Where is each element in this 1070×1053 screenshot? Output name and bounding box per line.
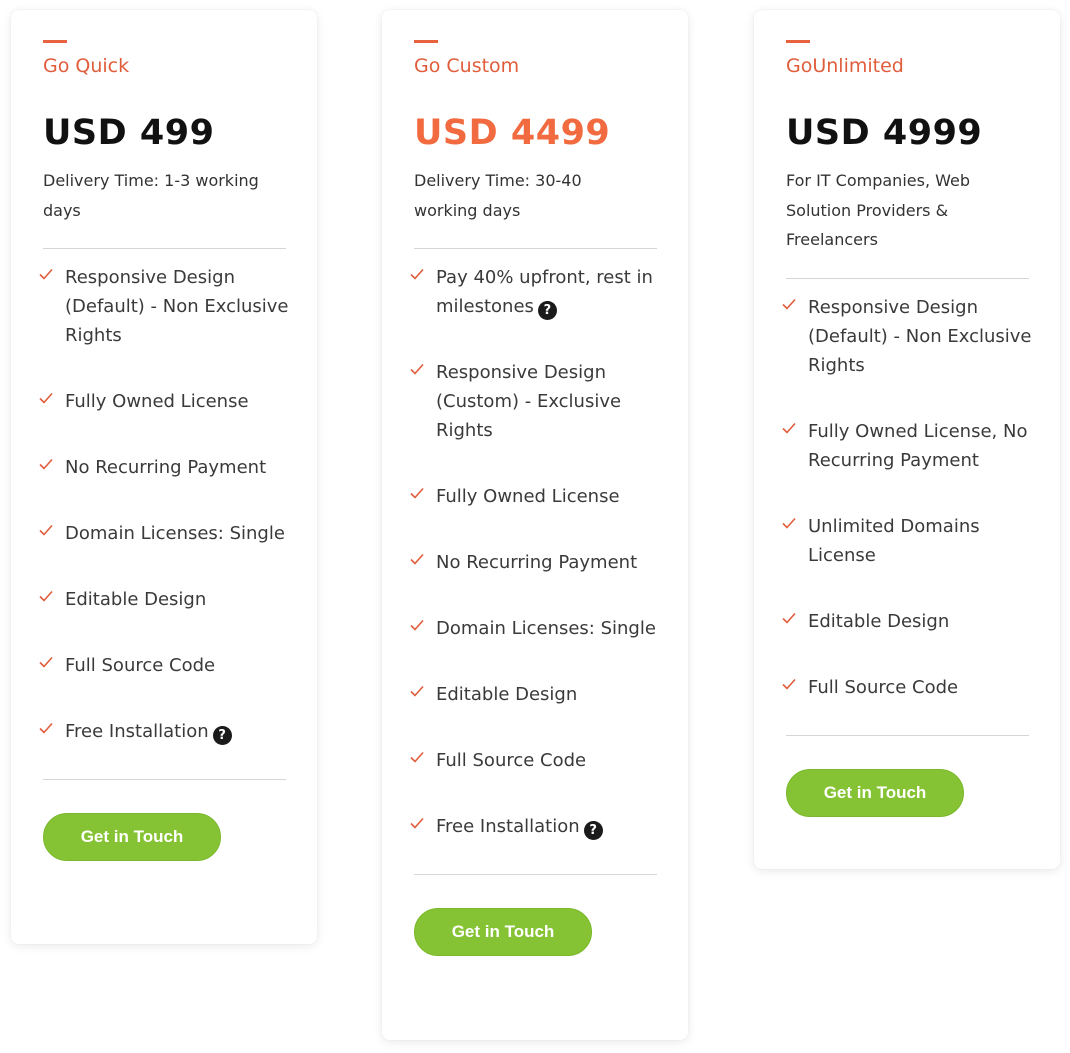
feature-text: Responsive Design (Custom) - Exclusive R…: [436, 362, 622, 441]
plan-name: Go Custom: [414, 55, 520, 77]
feature-list: Responsive Design (Default) - Non Exclus…: [39, 263, 288, 746]
pricing-section: Go Quick USD 499 Delivery Time: 1-3 work…: [0, 0, 1070, 1053]
pricing-card-go-quick: Go Quick USD 499 Delivery Time: 1-3 work…: [11, 10, 317, 944]
feature-list: Responsive Design (Default) - Non Exclus…: [782, 293, 1031, 702]
get-in-touch-button[interactable]: Get in Touch: [786, 768, 964, 817]
accent-bar: [414, 40, 438, 43]
check-icon: [39, 268, 53, 280]
feature-text: Domain Licenses: Single: [436, 618, 656, 639]
feature-text: Full Source Code: [436, 750, 587, 771]
feature-item: Editable Design: [39, 585, 293, 614]
get-in-touch-button[interactable]: Get in Touch: [414, 908, 592, 956]
check-icon: [782, 298, 796, 310]
accent-bar: [43, 40, 67, 43]
plan-description: Delivery Time: 1-3 working days: [43, 171, 259, 220]
check-icon: [39, 458, 53, 470]
feature-text: No Recurring Payment: [65, 457, 267, 478]
plan-price: USD 4499: [414, 113, 611, 153]
feature-text: Fully Owned License: [436, 486, 620, 507]
accent-bar: [786, 40, 810, 43]
check-icon: [39, 656, 53, 668]
feature-text: Free Installation: [65, 721, 209, 742]
divider: [414, 248, 657, 249]
plan-name: Go Quick: [43, 55, 130, 77]
plan-price: USD 4999: [786, 113, 983, 153]
check-icon: [410, 268, 424, 280]
feature-item: No Recurring Payment: [39, 453, 293, 482]
feature-item: Free Installation?: [410, 812, 664, 841]
feature-text: No Recurring Payment: [436, 552, 638, 573]
feature-item: Free Installation?: [39, 717, 293, 746]
feature-text: Free Installation: [436, 816, 580, 837]
check-icon: [782, 678, 796, 690]
help-icon[interactable]: ?: [537, 301, 557, 320]
plan-price: USD 499: [43, 113, 215, 153]
feature-text: Domain Licenses: Single: [65, 523, 285, 544]
pricing-card-gounlimited: GoUnlimited USD 4999 For IT Companies, W…: [754, 10, 1060, 869]
check-icon: [410, 751, 424, 763]
feature-text: Full Source Code: [65, 655, 216, 676]
plan-description: Delivery Time: 30-40 working days: [414, 171, 582, 220]
feature-text: Responsive Design (Default) - Non Exclus…: [65, 267, 289, 346]
feature-item: Full Source Code: [410, 746, 664, 775]
feature-item: Full Source Code: [782, 673, 1036, 702]
help-icon[interactable]: ?: [212, 726, 232, 745]
feature-text: Fully Owned License, No Recurring Paymen…: [808, 420, 1028, 471]
check-icon: [410, 685, 424, 697]
check-icon: [39, 590, 53, 602]
feature-item: Domain Licenses: Single: [39, 519, 293, 548]
divider: [414, 874, 657, 875]
feature-item: Fully Owned License: [39, 387, 293, 416]
check-icon: [410, 619, 424, 631]
check-icon: [39, 524, 53, 536]
feature-item: No Recurring Payment: [410, 548, 664, 577]
feature-item: Domain Licenses: Single: [410, 614, 664, 643]
feature-item: Pay 40% upfront, rest in milestones?: [410, 263, 664, 321]
feature-text: Full Source Code: [808, 676, 959, 698]
feature-item: Full Source Code: [39, 651, 293, 680]
feature-text: Editable Design: [808, 610, 950, 632]
check-icon: [410, 817, 424, 829]
check-icon: [410, 487, 424, 499]
get-in-touch-button[interactable]: Get in Touch: [43, 813, 221, 861]
check-icon: [782, 517, 796, 529]
feature-item: Editable Design: [410, 680, 664, 709]
feature-text: Unlimited Domains License: [808, 515, 980, 566]
divider: [786, 734, 1029, 736]
help-icon[interactable]: ?: [583, 821, 603, 840]
feature-item: Responsive Design (Custom) - Exclusive R…: [410, 358, 664, 445]
plan-name: GoUnlimited: [786, 55, 904, 77]
divider: [43, 248, 286, 249]
feature-item: Fully Owned License: [410, 482, 664, 511]
pricing-card-go-custom: Go Custom USD 4499 Delivery Time: 30-40 …: [382, 10, 688, 1040]
feature-list: Pay 40% upfront, rest in milestones? Res…: [410, 263, 656, 841]
feature-item: Unlimited Domains License: [782, 512, 1036, 570]
check-icon: [782, 422, 796, 434]
feature-item: Responsive Design (Default) - Non Exclus…: [39, 263, 293, 350]
check-icon: [410, 363, 424, 375]
plan-description: For IT Companies, Web Solution Providers…: [786, 171, 970, 249]
divider: [43, 779, 286, 780]
divider: [786, 277, 1029, 279]
check-icon: [39, 392, 53, 404]
feature-item: Editable Design: [782, 607, 1036, 636]
check-icon: [39, 722, 53, 734]
feature-text: Fully Owned License: [65, 391, 249, 412]
feature-item: Fully Owned License, No Recurring Paymen…: [782, 417, 1036, 475]
feature-text: Editable Design: [436, 684, 578, 705]
check-icon: [410, 553, 424, 565]
feature-text: Editable Design: [65, 589, 207, 610]
check-icon: [782, 612, 796, 624]
feature-item: Responsive Design (Default) - Non Exclus…: [782, 293, 1036, 380]
feature-text: Responsive Design (Default) - Non Exclus…: [808, 296, 1032, 376]
